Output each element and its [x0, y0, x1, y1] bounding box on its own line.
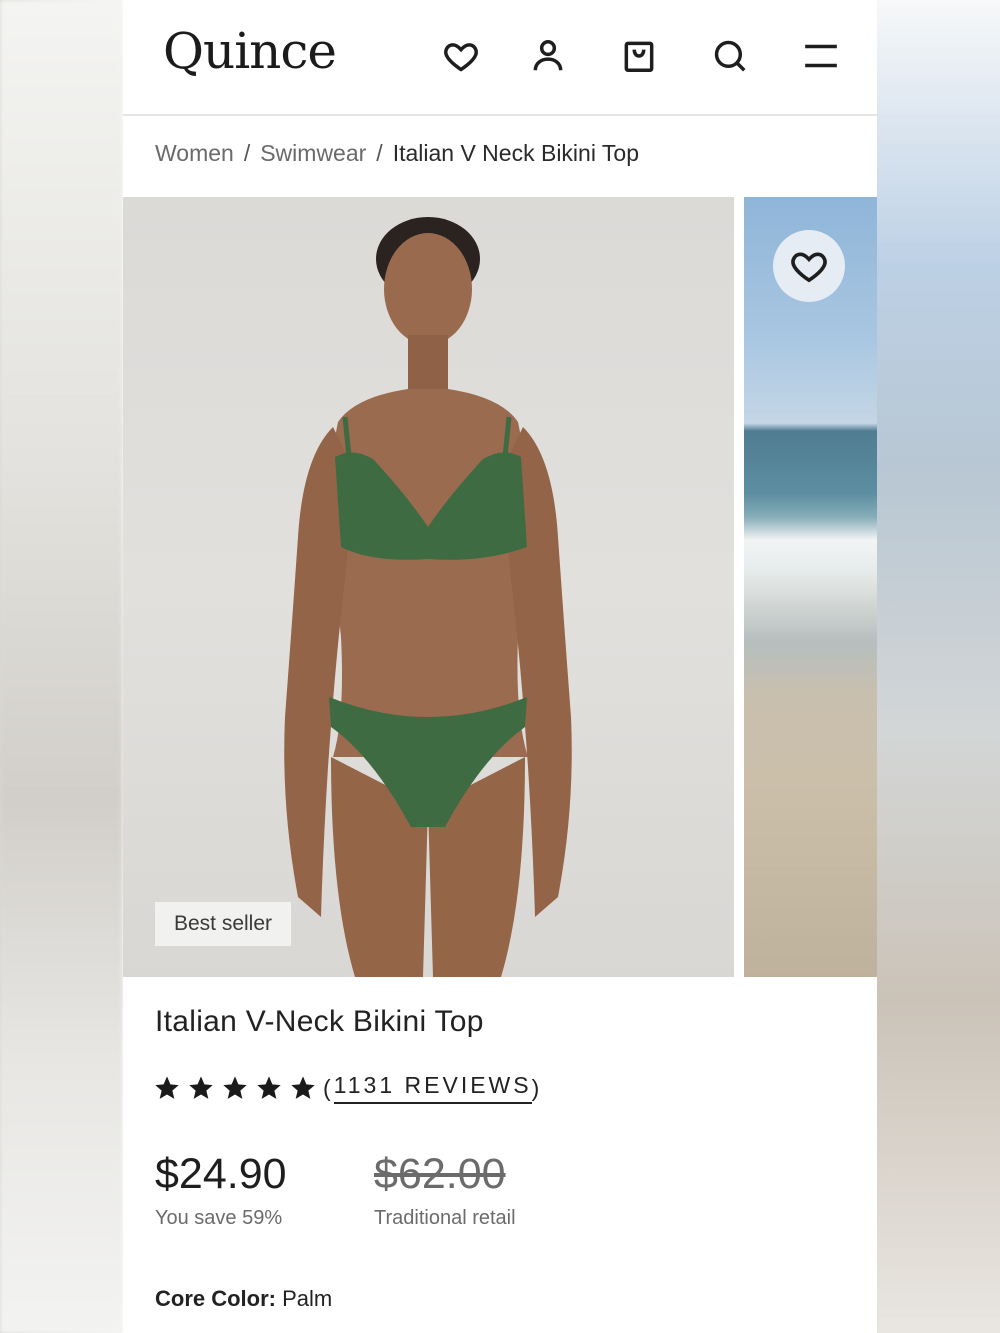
- menu-icon: [805, 44, 837, 68]
- retail-price: $62.00: [374, 1150, 506, 1198]
- reviews-link[interactable]: ( 1131 REVIEWS ): [323, 1072, 542, 1104]
- product-page: Quince Women / Swimwear / Italian V Neck…: [123, 0, 877, 1333]
- breadcrumb-women[interactable]: Women: [155, 140, 234, 167]
- breadcrumb-swimwear[interactable]: Swimwear: [260, 140, 366, 167]
- product-gallery[interactable]: Best seller: [123, 197, 877, 977]
- breadcrumb-current: Italian V Neck Bikini Top: [392, 140, 639, 166]
- best-seller-badge: Best seller: [155, 902, 291, 946]
- cart-button[interactable]: [619, 34, 659, 78]
- menu-button[interactable]: [801, 34, 841, 78]
- reviews-count[interactable]: 1131 REVIEWS: [333, 1072, 532, 1104]
- account-button[interactable]: [528, 34, 568, 78]
- site-header: Quince: [123, 0, 877, 116]
- model-illustration: [284, 217, 572, 977]
- reviews-open-paren: (: [323, 1074, 334, 1101]
- add-to-wishlist-button[interactable]: [773, 230, 845, 302]
- background-blur-right: [877, 0, 1000, 1333]
- star-icon: [153, 1074, 181, 1102]
- heart-icon: [791, 252, 827, 283]
- product-image-model[interactable]: [123, 197, 734, 977]
- shopping-bag-icon: [624, 41, 654, 72]
- search-icon: [714, 40, 746, 72]
- heart-icon: [444, 43, 478, 72]
- breadcrumb: Women / Swimwear / Italian V Neck Bikini…: [155, 140, 639, 167]
- savings-text: You save 59%: [155, 1207, 283, 1229]
- star-icon: [221, 1074, 249, 1102]
- product-title: Italian V-Neck Bikini Top: [155, 1005, 484, 1038]
- color-selection: Core Color: Palm: [155, 1286, 332, 1312]
- breadcrumb-separator: /: [243, 140, 251, 166]
- quince-logo[interactable]: Quince: [163, 22, 337, 80]
- search-button[interactable]: [710, 34, 750, 78]
- star-icon: [255, 1074, 283, 1102]
- reviews-close-paren: ): [531, 1074, 543, 1101]
- star-icon: [289, 1074, 317, 1102]
- wishlist-button[interactable]: [441, 34, 481, 78]
- sale-price: $24.90: [155, 1150, 287, 1198]
- background-blur-left: [0, 0, 123, 1333]
- product-image-beach[interactable]: [744, 197, 877, 977]
- user-icon: [533, 40, 563, 71]
- color-value: Palm: [282, 1286, 333, 1311]
- star-rating: [153, 1074, 317, 1102]
- product-rating: ( 1131 REVIEWS ): [153, 1072, 542, 1104]
- star-icon: [187, 1074, 215, 1102]
- retail-label: Traditional retail: [374, 1207, 516, 1229]
- breadcrumb-separator: /: [376, 140, 383, 166]
- color-label: Core Color:: [155, 1286, 276, 1311]
